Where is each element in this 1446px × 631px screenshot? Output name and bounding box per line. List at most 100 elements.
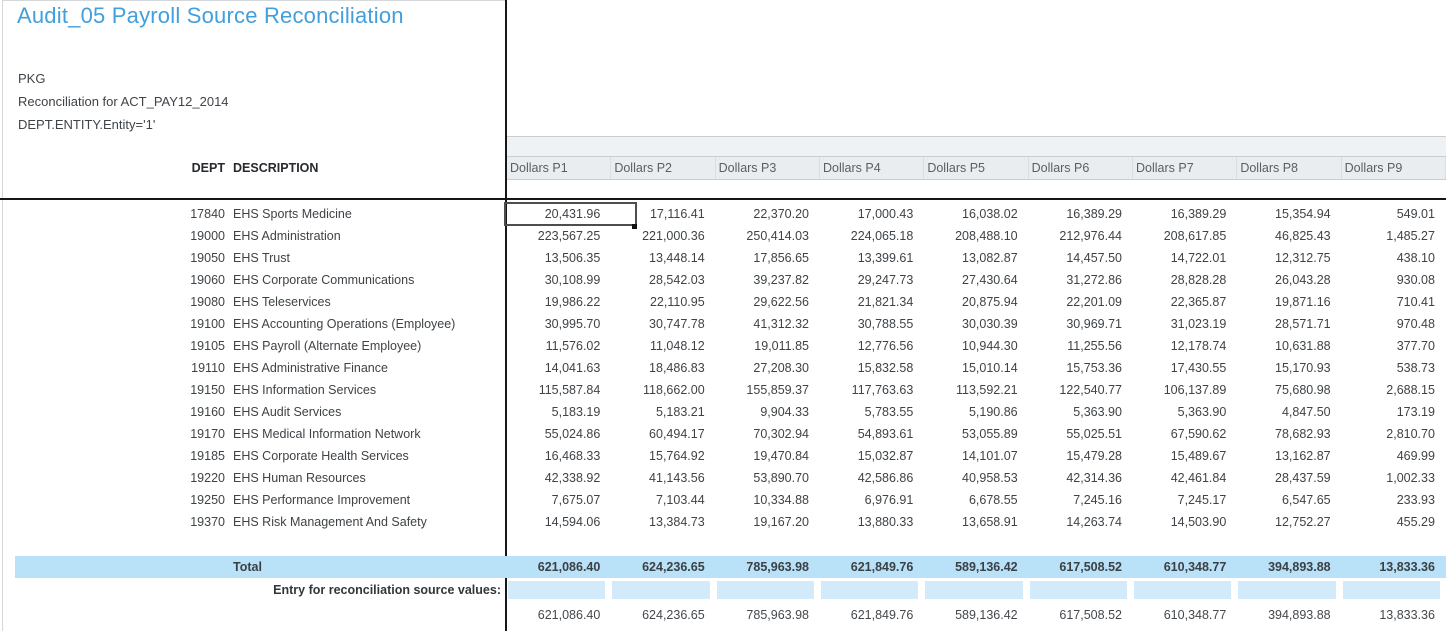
value-cell[interactable]: 14,594.06 — [507, 511, 611, 533]
value-cell[interactable]: 115,587.84 — [507, 379, 611, 401]
value-cell[interactable]: 6,976.91 — [820, 489, 924, 511]
value-cell[interactable]: 15,354.94 — [1237, 203, 1341, 225]
value-cell[interactable]: 17,430.55 — [1133, 357, 1237, 379]
value-cell[interactable]: 14,101.07 — [924, 445, 1028, 467]
value-cell[interactable]: 20,431.96 — [507, 203, 611, 225]
value-cell[interactable]: 11,255.56 — [1029, 335, 1133, 357]
value-cell[interactable]: 22,201.09 — [1029, 291, 1133, 313]
value-cell[interactable]: 7,103.44 — [611, 489, 715, 511]
value-cell[interactable]: 13,506.35 — [507, 247, 611, 269]
value-cell[interactable]: 42,338.92 — [507, 467, 611, 489]
value-cell[interactable]: 13,448.14 — [611, 247, 715, 269]
value-cell[interactable]: 155,859.37 — [716, 379, 820, 401]
value-cell[interactable]: 27,208.30 — [716, 357, 820, 379]
value-cell[interactable]: 118,662.00 — [611, 379, 715, 401]
value-cell[interactable]: 212,976.44 — [1029, 225, 1133, 247]
value-cell[interactable]: 27,430.64 — [924, 269, 1028, 291]
value-cell[interactable]: 710.41 — [1342, 291, 1446, 313]
value-cell[interactable]: 55,024.86 — [507, 423, 611, 445]
value-cell[interactable]: 28,437.59 — [1237, 467, 1341, 489]
entry-input-cell[interactable] — [1134, 581, 1231, 599]
value-cell[interactable]: 17,856.65 — [716, 247, 820, 269]
value-cell[interactable]: 14,041.63 — [507, 357, 611, 379]
value-cell[interactable]: 13,162.87 — [1237, 445, 1341, 467]
value-cell[interactable]: 12,776.56 — [820, 335, 924, 357]
value-cell[interactable]: 16,389.29 — [1029, 203, 1133, 225]
value-cell[interactable]: 39,237.82 — [716, 269, 820, 291]
value-cell[interactable]: 173.19 — [1342, 401, 1446, 423]
value-cell[interactable]: 42,586.86 — [820, 467, 924, 489]
entry-input-cell[interactable] — [1030, 581, 1127, 599]
entry-input-cell[interactable] — [925, 581, 1022, 599]
value-cell[interactable]: 16,389.29 — [1133, 203, 1237, 225]
value-cell[interactable]: 1,002.33 — [1342, 467, 1446, 489]
value-cell[interactable]: 117,763.63 — [820, 379, 924, 401]
value-cell[interactable]: 13,384.73 — [611, 511, 715, 533]
value-cell[interactable]: 11,048.12 — [611, 335, 715, 357]
value-cell[interactable]: 5,183.21 — [611, 401, 715, 423]
value-cell[interactable]: 538.73 — [1342, 357, 1446, 379]
value-cell[interactable]: 67,590.62 — [1133, 423, 1237, 445]
value-cell[interactable]: 54,893.61 — [820, 423, 924, 445]
value-cell[interactable]: 6,547.65 — [1237, 489, 1341, 511]
value-cell[interactable]: 11,576.02 — [507, 335, 611, 357]
value-cell[interactable]: 5,363.90 — [1029, 401, 1133, 423]
value-cell[interactable]: 12,178.74 — [1133, 335, 1237, 357]
value-cell[interactable]: 13,658.91 — [924, 511, 1028, 533]
value-cell[interactable]: 223,567.25 — [507, 225, 611, 247]
value-cell[interactable]: 7,675.07 — [507, 489, 611, 511]
value-cell[interactable]: 6,678.55 — [924, 489, 1028, 511]
value-cell[interactable]: 15,032.87 — [820, 445, 924, 467]
value-cell[interactable]: 19,470.84 — [716, 445, 820, 467]
value-cell[interactable]: 41,312.32 — [716, 313, 820, 335]
value-cell[interactable]: 60,494.17 — [611, 423, 715, 445]
value-cell[interactable]: 18,486.83 — [611, 357, 715, 379]
value-cell[interactable]: 22,370.20 — [716, 203, 820, 225]
value-cell[interactable]: 15,010.14 — [924, 357, 1028, 379]
value-cell[interactable]: 113,592.21 — [924, 379, 1028, 401]
value-cell[interactable]: 12,752.27 — [1237, 511, 1341, 533]
value-cell[interactable]: 31,023.19 — [1133, 313, 1237, 335]
value-cell[interactable]: 15,489.67 — [1133, 445, 1237, 467]
value-cell[interactable]: 549.01 — [1342, 203, 1446, 225]
value-cell[interactable]: 28,542.03 — [611, 269, 715, 291]
value-cell[interactable]: 106,137.89 — [1133, 379, 1237, 401]
value-cell[interactable]: 2,688.15 — [1342, 379, 1446, 401]
value-cell[interactable]: 13,880.33 — [820, 511, 924, 533]
value-cell[interactable]: 53,890.70 — [716, 467, 820, 489]
value-cell[interactable]: 40,958.53 — [924, 467, 1028, 489]
value-cell[interactable]: 15,764.92 — [611, 445, 715, 467]
value-cell[interactable]: 15,753.36 — [1029, 357, 1133, 379]
value-cell[interactable]: 12,312.75 — [1237, 247, 1341, 269]
value-cell[interactable]: 26,043.28 — [1237, 269, 1341, 291]
value-cell[interactable]: 14,722.01 — [1133, 247, 1237, 269]
value-cell[interactable]: 122,540.77 — [1029, 379, 1133, 401]
value-cell[interactable]: 9,904.33 — [716, 401, 820, 423]
value-cell[interactable]: 15,479.28 — [1029, 445, 1133, 467]
value-cell[interactable]: 14,503.90 — [1133, 511, 1237, 533]
value-cell[interactable]: 5,190.86 — [924, 401, 1028, 423]
value-cell[interactable]: 5,183.19 — [507, 401, 611, 423]
entry-input-cell[interactable] — [717, 581, 814, 599]
value-cell[interactable]: 19,986.22 — [507, 291, 611, 313]
value-cell[interactable]: 10,631.88 — [1237, 335, 1341, 357]
value-cell[interactable]: 30,969.71 — [1029, 313, 1133, 335]
value-cell[interactable]: 30,995.70 — [507, 313, 611, 335]
value-cell[interactable]: 19,871.16 — [1237, 291, 1341, 313]
value-cell[interactable]: 70,302.94 — [716, 423, 820, 445]
entry-input-cell[interactable] — [821, 581, 918, 599]
value-cell[interactable]: 30,108.99 — [507, 269, 611, 291]
value-cell[interactable]: 7,245.17 — [1133, 489, 1237, 511]
value-cell[interactable]: 16,468.33 — [507, 445, 611, 467]
value-cell[interactable]: 30,030.39 — [924, 313, 1028, 335]
value-cell[interactable]: 42,461.84 — [1133, 467, 1237, 489]
value-cell[interactable]: 19,167.20 — [716, 511, 820, 533]
value-cell[interactable]: 16,038.02 — [924, 203, 1028, 225]
value-cell[interactable]: 14,457.50 — [1029, 247, 1133, 269]
value-cell[interactable]: 20,875.94 — [924, 291, 1028, 313]
entry-input-cell[interactable] — [508, 581, 605, 599]
value-cell[interactable]: 17,116.41 — [611, 203, 715, 225]
value-cell[interactable]: 224,065.18 — [820, 225, 924, 247]
value-cell[interactable]: 53,055.89 — [924, 423, 1028, 445]
value-cell[interactable]: 29,247.73 — [820, 269, 924, 291]
